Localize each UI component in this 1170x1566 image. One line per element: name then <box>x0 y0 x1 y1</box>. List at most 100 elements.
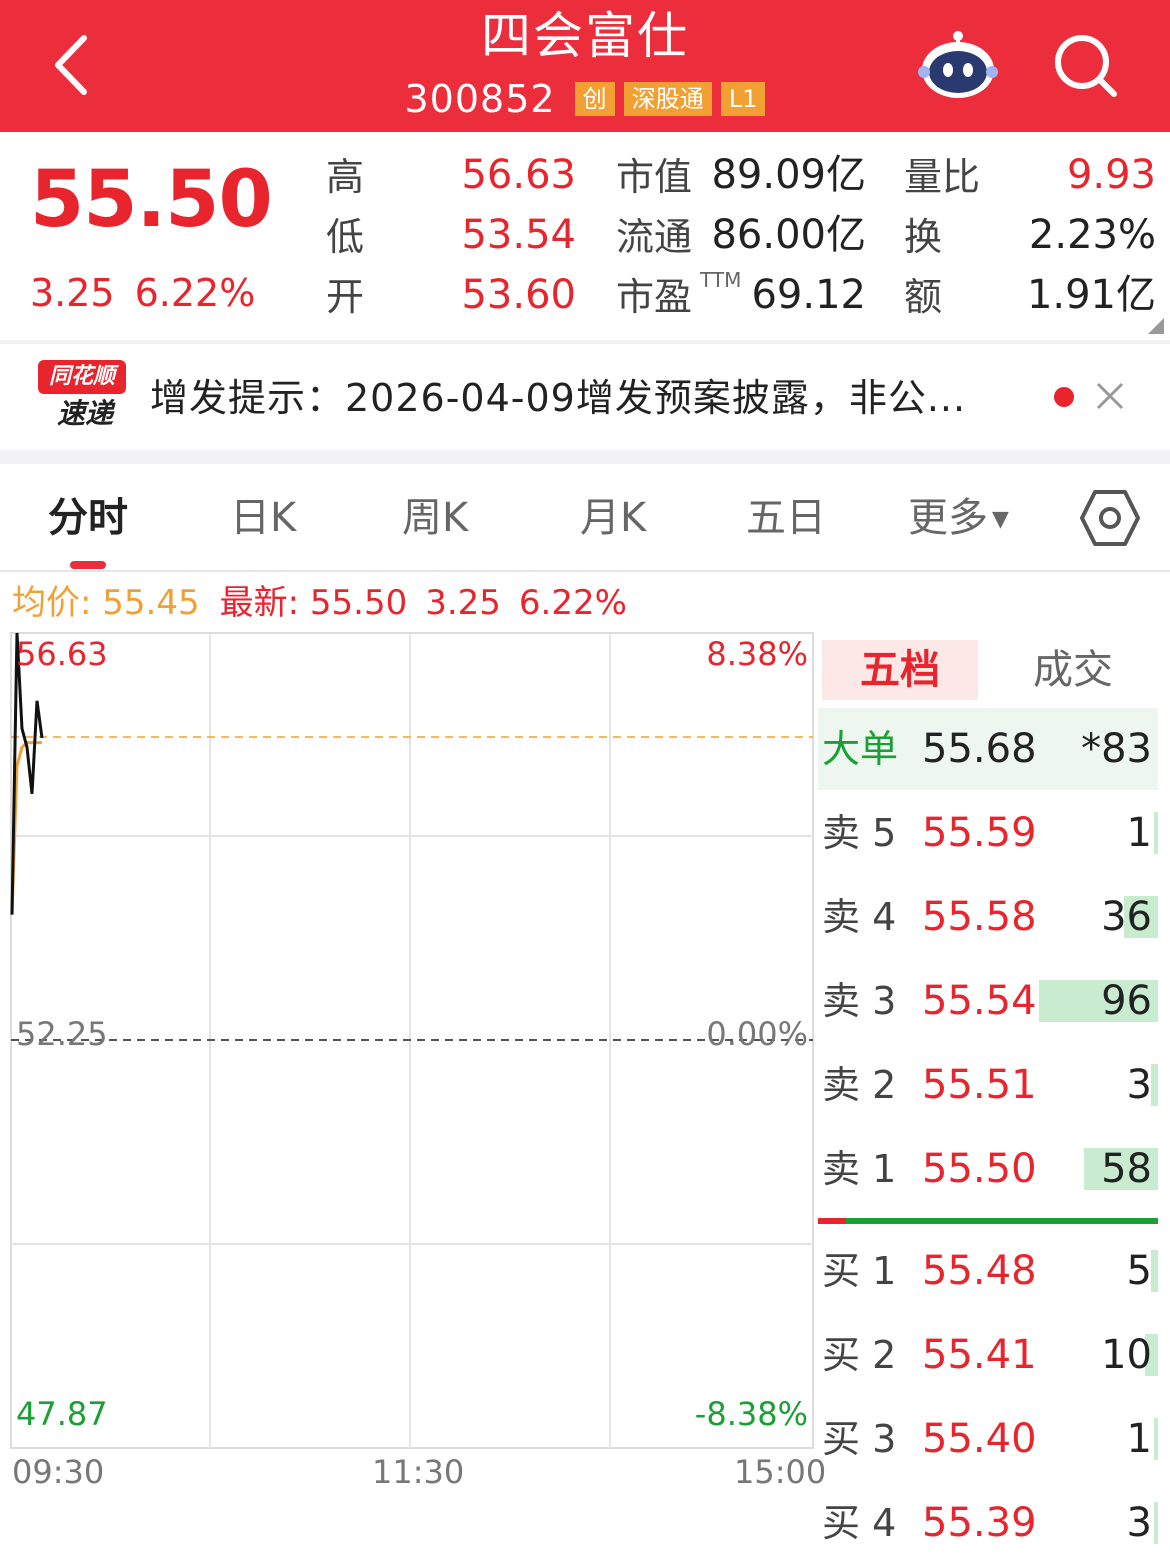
x-tick-label: 09:30 <box>12 1453 105 1491</box>
avg-price-line <box>10 741 42 915</box>
pe-ttm-sup: TTM <box>700 268 742 292</box>
tab-five-levels[interactable]: 五档 <box>822 640 978 700</box>
ask-level-row[interactable]: 卖 4 55.58 36 <box>818 876 1158 960</box>
ask-level-row[interactable]: 卖 3 55.54 96 <box>818 960 1158 1044</box>
stock-code: 300852 <box>404 77 556 121</box>
news-logo-top: 同花顺 <box>38 360 126 394</box>
level-volume: 10 <box>1101 1332 1152 1378</box>
level-name: 卖 5 <box>822 811 897 855</box>
level-volume: 1 <box>1126 1416 1152 1462</box>
bid-level-row[interactable]: 买 1 55.48 5 <box>818 1230 1158 1314</box>
amount-value: 1.91亿 <box>1026 272 1156 318</box>
ask-level-row[interactable]: 卖 1 55.50 58 <box>818 1128 1158 1212</box>
tab-trades[interactable]: 成交 <box>1008 640 1138 700</box>
level-volume: 3 <box>1126 1500 1152 1546</box>
chart-info-bar: 均价: 55.45 最新: 55.50 3.25 6.22% <box>12 578 645 628</box>
big-order-volume: *83 <box>1081 726 1152 772</box>
volume-bar <box>1153 1502 1158 1544</box>
turnover-value: 2.23% <box>1028 212 1156 258</box>
float-cap-value: 86.00亿 <box>711 212 866 258</box>
latest-price-label: 最新: 55.50 <box>219 583 408 623</box>
market-cap-label: 市值 <box>616 155 693 199</box>
level-tag: L1 <box>720 82 766 116</box>
volume-bar <box>1151 1250 1158 1292</box>
level-volume: 58 <box>1101 1146 1152 1192</box>
open-label: 开 <box>326 275 365 319</box>
change-amount: 3.25 <box>30 271 115 315</box>
bid-level-row[interactable]: 买 2 55.41 10 <box>818 1314 1158 1398</box>
level-price: 55.58 <box>922 894 1037 940</box>
ask-level-row[interactable]: 卖 5 55.59 1 <box>818 792 1158 876</box>
volume-bar <box>1154 812 1158 854</box>
pe-label: 市盈 <box>616 275 693 319</box>
pct-mid-label: 0.00% <box>706 1015 808 1053</box>
tab-more[interactable]: 更多 ▼ <box>908 488 1009 550</box>
ask-level-row[interactable]: 卖 2 55.51 3 <box>818 1044 1158 1128</box>
bid-ask-ratio-red <box>818 1218 846 1224</box>
level-volume: 5 <box>1126 1248 1152 1294</box>
connect-tag: 深股通 <box>623 82 712 116</box>
bid-level-row[interactable]: 买 4 55.39 3 <box>818 1482 1158 1566</box>
header-bar: 四会富仕 300852 创 深股通 L1 <box>0 0 1170 132</box>
board-tag: 创 <box>574 82 615 116</box>
level-volume: 96 <box>1101 978 1152 1024</box>
tab-weekly-k[interactable]: 周K <box>402 488 468 548</box>
level-price: 55.40 <box>922 1416 1037 1462</box>
low-value: 53.54 <box>461 212 576 258</box>
search-icon[interactable] <box>1052 32 1120 100</box>
turnover-label: 换 <box>904 215 943 259</box>
close-icon[interactable] <box>1092 374 1128 418</box>
float-cap-label: 流通 <box>616 215 693 259</box>
change-percent: 6.22% <box>134 271 256 315</box>
bid-ask-ratio-green <box>846 1218 1158 1224</box>
news-logo: 同花顺 速递 <box>38 360 126 432</box>
avg-price-label: 均价: 55.45 <box>12 583 200 623</box>
latest-change-pct: 6.22% <box>518 583 627 623</box>
settings-icon[interactable] <box>1080 488 1140 548</box>
pct-min-label: -8.38% <box>694 1395 808 1433</box>
y-mid-label: 52.25 <box>16 1015 108 1053</box>
volume-bar <box>1151 1064 1158 1106</box>
news-ticker-text[interactable]: 增发提示：2026-04-09增发预案披露，非公... <box>150 370 1030 426</box>
market-cap-value: 89.09亿 <box>711 152 866 198</box>
level-name: 买 1 <box>822 1249 897 1293</box>
pct-max-label: 8.38% <box>706 635 808 673</box>
level-price: 55.51 <box>922 1062 1037 1108</box>
tab-daily-k[interactable]: 日K <box>230 488 296 548</box>
intraday-chart[interactable]: 56.63 52.25 47.87 8.38% 0.00% -8.38% <box>10 632 814 1450</box>
unread-dot <box>1054 387 1074 407</box>
big-order-price: 55.68 <box>922 726 1037 772</box>
bid-level-row[interactable]: 买 3 55.40 1 <box>818 1398 1158 1482</box>
level-price: 55.41 <box>922 1332 1037 1378</box>
current-price: 55.50 <box>30 155 273 245</box>
level-price: 55.59 <box>922 810 1037 856</box>
tab-more-label: 更多 <box>908 495 988 541</box>
level-price: 55.54 <box>922 978 1037 1024</box>
volume-ratio-value: 9.93 <box>1066 152 1156 198</box>
y-min-label: 47.87 <box>16 1395 108 1433</box>
latest-change: 3.25 <box>425 583 501 623</box>
y-max-label: 56.63 <box>16 635 108 673</box>
robot-assistant-icon[interactable] <box>918 28 998 100</box>
open-value: 53.60 <box>461 272 576 318</box>
low-label: 低 <box>326 215 365 259</box>
volume-bar <box>1154 1418 1158 1460</box>
level-name: 卖 2 <box>822 1063 897 1107</box>
volume-ratio-label: 量比 <box>904 155 981 199</box>
divider <box>0 570 1170 572</box>
active-tab-indicator <box>70 561 106 569</box>
level-name: 买 2 <box>822 1333 897 1377</box>
level-volume: 3 <box>1126 1062 1152 1108</box>
expand-corner-icon[interactable] <box>1148 318 1164 334</box>
divider <box>0 340 1170 344</box>
divider <box>0 450 1170 464</box>
big-order-row[interactable]: 大单 55.68 *83 <box>818 708 1158 790</box>
level-name: 卖 1 <box>822 1147 897 1191</box>
level-price: 55.50 <box>922 1146 1037 1192</box>
tab-monthly-k[interactable]: 月K <box>580 488 646 548</box>
level-name: 卖 4 <box>822 895 897 939</box>
tab-five-day[interactable]: 五日 <box>746 488 826 548</box>
high-label: 高 <box>326 155 365 199</box>
level-name: 买 4 <box>822 1501 897 1545</box>
tab-intraday[interactable]: 分时 <box>48 488 128 548</box>
